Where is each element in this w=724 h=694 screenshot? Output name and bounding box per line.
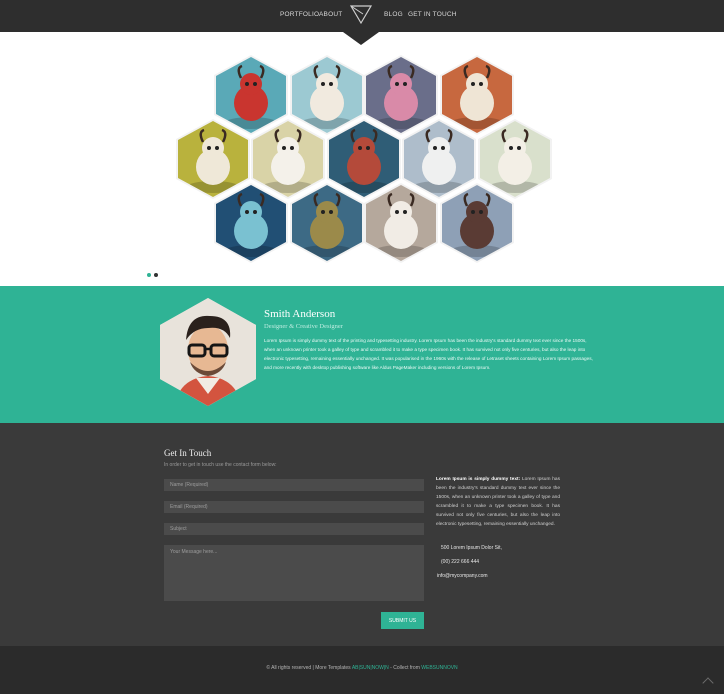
gallery-tile-pink-creature-illustration[interactable] — [364, 55, 438, 135]
slider-dot-1[interactable] — [147, 273, 151, 277]
gallery-tile-red-monster-illustration[interactable] — [214, 55, 288, 135]
horned-yeti-illustration — [442, 57, 512, 133]
white-dog-illustration — [178, 121, 248, 197]
gallery-tile-horned-bull-illustration[interactable] — [440, 183, 514, 263]
footer-copyright: © All rights reserved | More Templates — [266, 665, 351, 671]
subject-field[interactable] — [164, 523, 424, 535]
furry-yeti-illustration — [480, 121, 550, 197]
gallery-tile-bird-monster-illustration[interactable] — [364, 183, 438, 263]
footer-text: © All rights reserved | More Templates A… — [0, 665, 724, 671]
person-avatar — [160, 298, 256, 406]
pink-creature-illustration — [366, 57, 436, 133]
nav-blog[interactable]: BLOG — [384, 11, 403, 18]
slider-dot-2[interactable] — [154, 273, 158, 277]
gallery-tile-white-beast-illustration[interactable] — [290, 55, 364, 135]
email-field[interactable] — [164, 501, 424, 513]
red-monster-illustration — [216, 57, 286, 133]
twin-creatures-illustration — [404, 121, 474, 197]
gallery-tile-furry-yeti-illustration[interactable] — [478, 119, 552, 199]
white-beast-illustration — [292, 57, 362, 133]
gallery-tile-twin-creatures-illustration[interactable] — [402, 119, 476, 199]
horned-bull-illustration — [442, 185, 512, 261]
submit-button[interactable]: SUBMIT US — [381, 612, 424, 629]
gallery-tile-white-dog-illustration[interactable] — [176, 119, 250, 199]
profile-bio: Lorem Ipsum is simply dummy text of the … — [264, 338, 593, 370]
contact-address: 500 Lorem Ipsum Dolor Sit, — [441, 545, 502, 551]
message-field[interactable] — [164, 545, 424, 601]
hero-gallery — [0, 32, 724, 286]
nav-about[interactable]: ABOUT — [319, 11, 342, 18]
contact-title: Get In Touch — [164, 448, 212, 458]
contact-email[interactable]: info@mycompany.com — [437, 573, 488, 579]
jellyfish-illustration — [216, 185, 286, 261]
bird-monster-illustration — [366, 185, 436, 261]
contact-phone: (00) 222 666 444 — [441, 559, 480, 565]
nav-get-in-touch[interactable]: GET IN TOUCH — [408, 11, 457, 18]
tiki-mask-illustration — [292, 185, 362, 261]
side-heading: Lorem Ipsum is simply dummy text: — [436, 477, 521, 482]
side-body: Lorem Ipsum has been the industry's stan… — [436, 477, 560, 527]
profile-name: Smith Anderson — [264, 308, 336, 320]
nav-portfolio[interactable]: PORTFOLIO — [280, 11, 319, 18]
triangle-logo-icon[interactable] — [349, 3, 373, 25]
nav-notch — [343, 32, 379, 45]
footer-collect: - Collect from — [390, 665, 420, 671]
masked-warrior-illustration — [329, 121, 399, 197]
profile-title: Designer & Creative Designer — [264, 323, 343, 330]
footer-link-source[interactable]: WEBSUNNOVN — [421, 665, 457, 671]
gallery-tile-horned-yeti-illustration[interactable] — [440, 55, 514, 135]
gallery-tile-polar-bear-illustration[interactable] — [251, 119, 325, 199]
gallery-tile-masked-warrior-illustration[interactable] — [327, 119, 401, 199]
footer-link-templates[interactable]: AB|SUN|NOW|N — [352, 665, 389, 671]
contact-side-text: Lorem Ipsum is simply dummy text: Lorem … — [436, 475, 560, 529]
name-field[interactable] — [164, 479, 424, 491]
gallery-tile-jellyfish-illustration[interactable] — [214, 183, 288, 263]
top-navbar: PORTFOLIO ABOUT BLOG GET IN TOUCH — [0, 0, 724, 32]
gallery-tile-tiki-mask-illustration[interactable] — [290, 183, 364, 263]
polar-bear-illustration — [253, 121, 323, 197]
footer: © All rights reserved | More Templates A… — [0, 646, 724, 694]
contact-section: Get In Touch In order to get in touch us… — [0, 423, 724, 646]
profile-section: Smith Anderson Designer & Creative Desig… — [0, 286, 724, 423]
contact-subtitle: In order to get in touch use the contact… — [164, 462, 277, 468]
